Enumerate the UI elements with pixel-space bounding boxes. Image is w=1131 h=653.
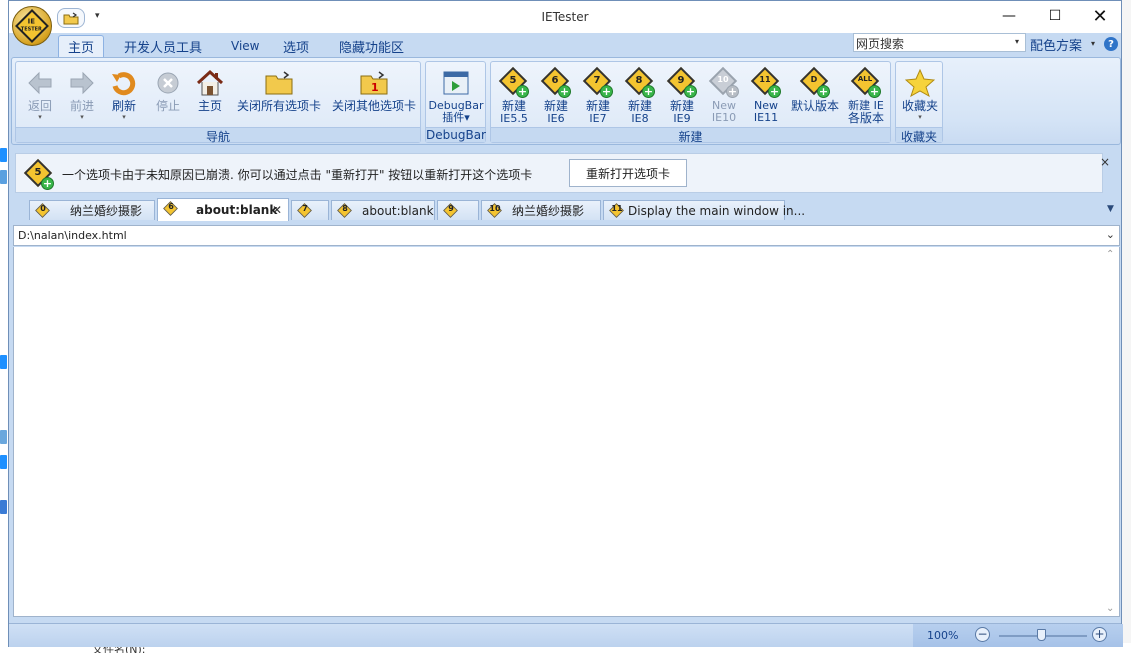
- new-ie55-button[interactable]: 5 + 新建 IE5.5: [495, 66, 533, 125]
- quick-access-open-icon[interactable]: [57, 8, 85, 28]
- ie6-plus-icon: 6 +: [540, 66, 571, 98]
- debugbar-plugin-button[interactable]: DebugBar 插件▾: [428, 66, 484, 124]
- new-ie7-button[interactable]: 7 + 新建 IE7: [579, 66, 617, 125]
- back-button[interactable]: 返回 ▾: [22, 66, 58, 121]
- doc-tab-ie9[interactable]: 9: [437, 200, 479, 220]
- favorites-group-label: 收藏夹: [896, 127, 942, 144]
- debugbar-icon: [439, 66, 473, 100]
- doc-tab-nalan-1[interactable]: 0 纳兰婚纱摄影: [29, 200, 155, 220]
- star-icon: [903, 66, 937, 100]
- favorites-group: 收藏夹 ▾ 收藏夹: [895, 61, 943, 144]
- zoom-in-icon[interactable]: +: [1092, 627, 1107, 642]
- doc-tab-about-blank-active[interactable]: 6 about:blank ✕: [157, 198, 289, 221]
- ie11-plus-icon: 11 +: [750, 66, 781, 98]
- vertical-scrollbar[interactable]: ⌃ ⌄: [1103, 247, 1119, 616]
- crash-message: 一个选项卡由于未知原因已崩溃. 你可以通过点击 "重新打开" 按钮以重新打开这个…: [62, 168, 533, 182]
- zoom-slider-thumb[interactable]: [1037, 629, 1046, 641]
- all-versions-icon: ALL +: [850, 66, 881, 98]
- ribbon-panel: 返回 ▾ 前进 ▾ 刷新 ▾ 停止 主页 关闭所有选项卡 1 关闭其他选项卡 导…: [11, 57, 1121, 145]
- home-icon: [193, 66, 227, 100]
- new-tab-group: 5 + 新建 IE5.5 6 + 新建 IE6 7 + 新建 IE7 8 + 新建 IE…: [490, 61, 891, 144]
- new-ie6-button[interactable]: 6 + 新建 IE6: [537, 66, 575, 125]
- status-bar: 100% − +: [9, 623, 1123, 647]
- tab-home[interactable]: 主页: [58, 35, 105, 57]
- home-button[interactable]: 主页: [192, 66, 228, 113]
- zoom-control: 100% − +: [913, 624, 1123, 647]
- search-dropdown-icon[interactable]: ▾: [1015, 37, 1019, 46]
- new-ie10-button[interactable]: 10 + New IE10: [705, 66, 743, 124]
- zoom-out-icon[interactable]: −: [975, 627, 990, 642]
- doc-tab-ie7[interactable]: 7: [291, 200, 329, 220]
- debugbar-group-label: DebugBar: [426, 127, 486, 142]
- web-search-input[interactable]: 网页搜索: [853, 33, 1026, 52]
- back-arrow-icon: [23, 66, 57, 100]
- ie9-plus-icon: 9 +: [666, 66, 697, 98]
- nav-group-label: 导航: [16, 127, 420, 144]
- close-all-tabs-button[interactable]: 关闭所有选项卡: [234, 66, 324, 113]
- infobar-close-icon[interactable]: ×: [1100, 155, 1110, 169]
- title-bar: IETester ▾ — ☐ ✕: [9, 1, 1121, 33]
- refresh-icon: [107, 66, 141, 100]
- document-tab-bar: 0 纳兰婚纱摄影 6 about:blank ✕ 7 8 about:blank…: [15, 197, 1123, 221]
- svg-text:1: 1: [371, 81, 379, 94]
- ietester-window: IETester ▾ — ☐ ✕ IE TESTER 主页 开发人员工具 View…: [8, 0, 1123, 647]
- forward-button[interactable]: 前进 ▾: [64, 66, 100, 121]
- nav-group: 返回 ▾ 前进 ▾ 刷新 ▾ 停止 主页 关闭所有选项卡 1 关闭其他选项卡 导…: [15, 61, 421, 144]
- color-scheme-menu[interactable]: 配色方案: [1030, 35, 1082, 54]
- default-version-icon: D +: [799, 66, 830, 98]
- new-group-label: 新建: [491, 127, 890, 144]
- folder-one-icon: 1: [357, 66, 391, 100]
- ie7-plus-icon: 7 +: [582, 66, 613, 98]
- window-title: IETester: [541, 10, 589, 24]
- close-other-tabs-button[interactable]: 1 关闭其他选项卡: [328, 66, 420, 113]
- zoom-level: 100%: [927, 629, 959, 642]
- new-ie11-button[interactable]: 11 + New IE11: [747, 66, 785, 124]
- crashed-ie5-icon: 5 +: [23, 158, 54, 190]
- tab-view[interactable]: View: [222, 35, 268, 57]
- new-all-ie-versions-button[interactable]: ALL + 新建 IE 各版本: [843, 66, 889, 125]
- app-orb-button[interactable]: IE TESTER: [12, 6, 52, 46]
- reopen-tab-button[interactable]: 重新打开选项卡: [569, 159, 687, 187]
- ie55-plus-icon: 5 +: [498, 66, 529, 98]
- favorites-button[interactable]: 收藏夹 ▾: [898, 66, 942, 121]
- tab-developer-tools[interactable]: 开发人员工具: [115, 35, 211, 57]
- tab-close-icon[interactable]: ✕: [272, 203, 282, 217]
- new-ie9-button[interactable]: 9 + 新建 IE9: [663, 66, 701, 125]
- browser-content-area[interactable]: ⌃ ⌄: [13, 247, 1120, 617]
- help-icon[interactable]: ?: [1104, 37, 1118, 51]
- doc-tab-ie11-display[interactable]: 11 Display the main window in...: [603, 200, 805, 220]
- forward-arrow-icon: [65, 66, 99, 100]
- doc-tab-nalan-ie10[interactable]: 10 纳兰婚纱摄影: [481, 200, 601, 220]
- minimize-button[interactable]: —: [986, 1, 1032, 31]
- ie8-plus-icon: 8 +: [624, 66, 655, 98]
- ietester-logo-icon: IE TESTER: [15, 9, 49, 43]
- crash-info-bar: 5 + 一个选项卡由于未知原因已崩溃. 你可以通过点击 "重新打开" 按钮以重新打…: [15, 153, 1110, 193]
- tab-hide-ribbon[interactable]: 隐藏功能区: [330, 35, 413, 57]
- default-version-button[interactable]: D + 默认版本: [789, 66, 841, 113]
- address-bar[interactable]: D:\nalan\index.html ⌄: [13, 225, 1120, 246]
- maximize-button[interactable]: ☐: [1032, 1, 1078, 31]
- folder-close-icon: [262, 66, 296, 100]
- ie10-plus-icon: 10 +: [708, 66, 739, 98]
- stop-button[interactable]: 停止: [150, 66, 186, 113]
- doc-tab-about-blank-ie8[interactable]: 8 about:blank: [331, 200, 435, 220]
- close-button[interactable]: ✕: [1077, 1, 1123, 31]
- tab-list-dropdown-icon[interactable]: ▼: [1107, 204, 1114, 214]
- stop-icon: [151, 66, 185, 100]
- new-ie8-button[interactable]: 8 + 新建 IE8: [621, 66, 659, 125]
- address-value: D:\nalan\index.html: [18, 229, 127, 242]
- tab-options[interactable]: 选项: [274, 35, 318, 57]
- debugbar-group: DebugBar 插件▾ DebugBar: [425, 61, 486, 143]
- address-dropdown-icon[interactable]: ⌄: [1106, 228, 1115, 241]
- refresh-button[interactable]: 刷新 ▾: [106, 66, 142, 121]
- scroll-down-icon[interactable]: ⌄: [1106, 603, 1114, 614]
- color-scheme-dropdown-icon[interactable]: ▾: [1091, 39, 1095, 48]
- quick-access-dropdown-icon[interactable]: ▾: [95, 11, 100, 21]
- scroll-up-icon[interactable]: ⌃: [1106, 249, 1114, 260]
